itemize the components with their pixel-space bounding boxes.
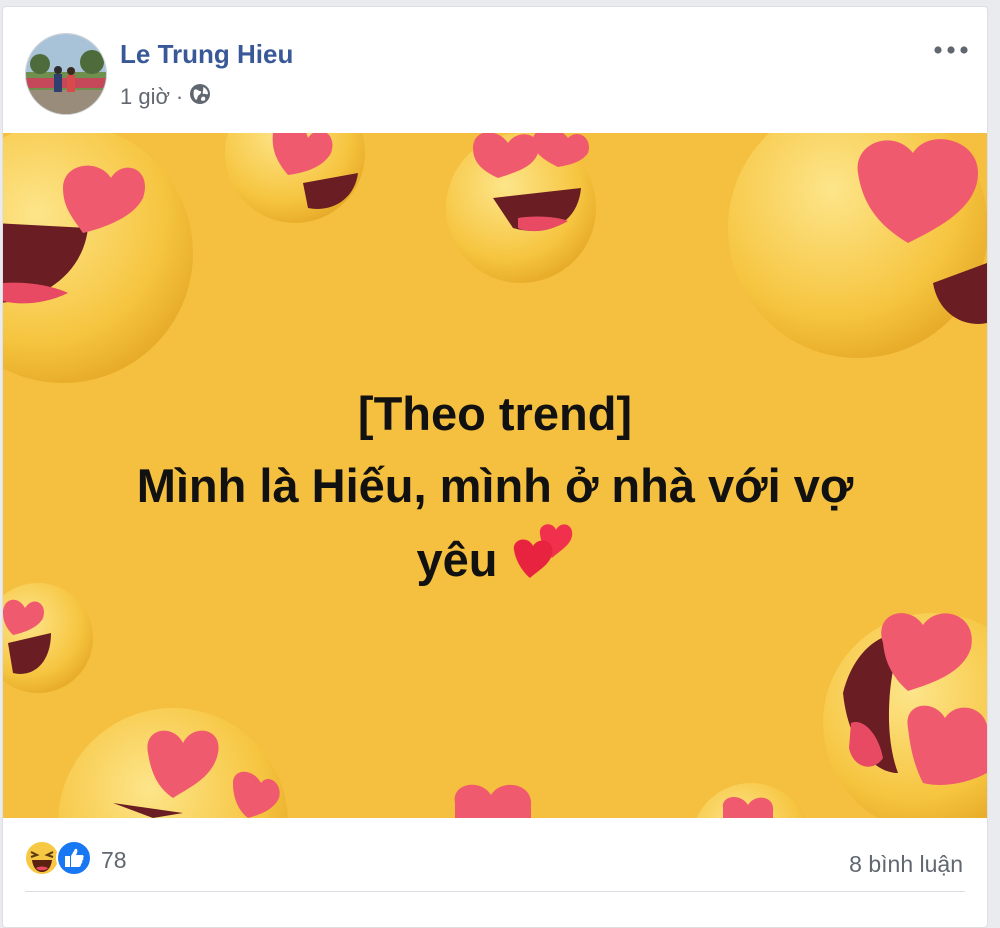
post-meta: 1 giờ · [120, 83, 211, 111]
footer-divider [25, 891, 965, 892]
banner-line-2: Mình là Hiếu, mình ở nhà với vợ [136, 459, 854, 512]
like-icon [55, 839, 93, 882]
banner-text: [Theo trend] Mình là Hiếu, mình ở nhà vớ… [3, 378, 987, 598]
reaction-count[interactable]: 78 [101, 847, 127, 874]
post-banner[interactable]: [Theo trend] Mình là Hiếu, mình ở nhà vớ… [3, 133, 987, 818]
reactions-summary[interactable]: 78 [23, 839, 127, 882]
meta-separator: · [175, 84, 184, 109]
post-footer: 78 8 bình luận [3, 819, 987, 891]
more-options-icon[interactable] [931, 35, 971, 65]
comments-count[interactable]: 8 bình luận [849, 851, 963, 878]
banner-line-3-text: yêu [416, 533, 498, 586]
post-card: Le Trung Hieu 1 giờ · [Theo trend] Mình … [2, 6, 988, 928]
author-name[interactable]: Le Trung Hieu [120, 39, 293, 70]
two-hearts-emoji [510, 522, 574, 598]
banner-line-3: yêu [417, 522, 574, 598]
globe-icon[interactable] [189, 83, 211, 111]
post-time[interactable]: 1 giờ [120, 84, 170, 110]
author-avatar[interactable] [25, 33, 107, 115]
banner-line-1: [Theo trend] [357, 387, 633, 440]
